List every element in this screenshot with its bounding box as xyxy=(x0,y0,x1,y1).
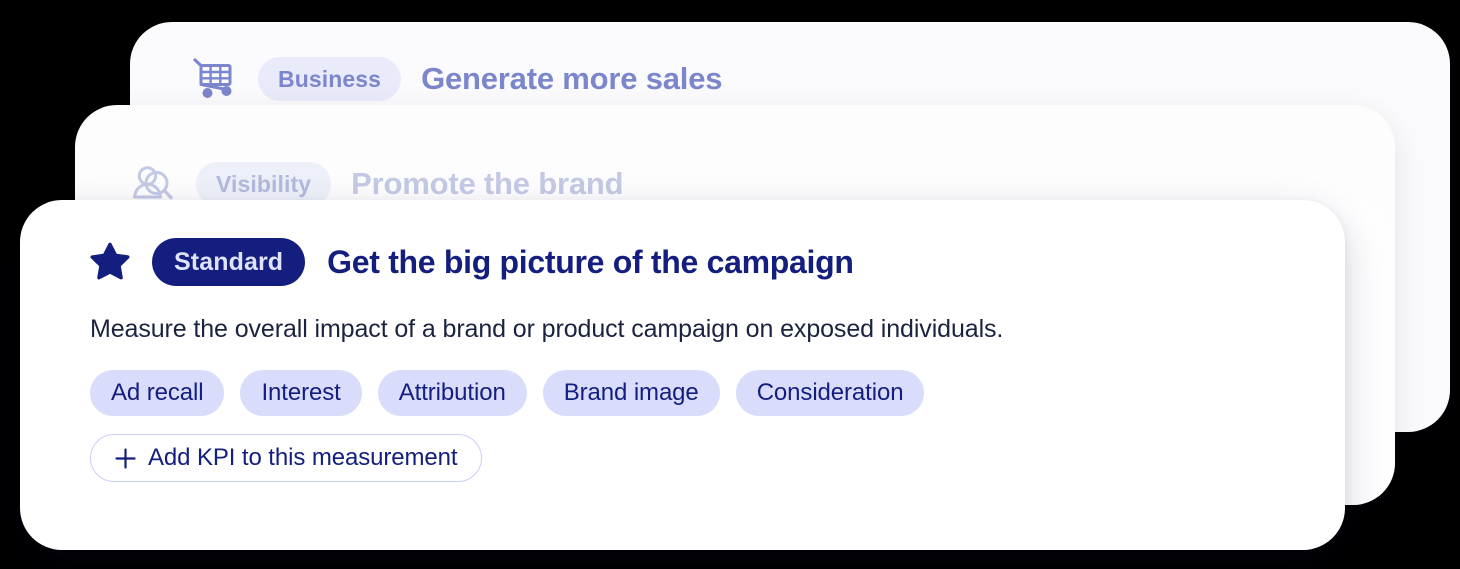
kpi-chip[interactable]: Interest xyxy=(240,370,362,416)
category-chip-business[interactable]: Business xyxy=(258,57,402,101)
plus-icon xyxy=(115,447,136,469)
add-kpi-label: Add KPI to this measurement xyxy=(148,444,458,471)
page-title: Get the big picture of the campaign xyxy=(327,243,854,280)
shopping-cart-icon xyxy=(192,56,238,102)
kpi-chip-list: Ad recall Interest Attribution Brand ima… xyxy=(90,370,1305,416)
add-kpi-button[interactable]: Add KPI to this measurement xyxy=(90,434,483,482)
standard-card-content: Standard Get the big picture of the camp… xyxy=(90,238,1305,482)
kpi-chip[interactable]: Brand image xyxy=(542,370,720,416)
kpi-chip[interactable]: Ad recall xyxy=(90,370,225,416)
standard-card-header: Standard Get the big picture of the camp… xyxy=(90,238,1305,286)
card-title-business: Generate more sales xyxy=(421,61,723,96)
star-icon xyxy=(90,242,130,282)
card-title-visibility: Promote the brand xyxy=(351,166,624,201)
tier-badge-standard[interactable]: Standard xyxy=(152,238,306,286)
kpi-chip[interactable]: Consideration xyxy=(735,370,925,416)
business-row: Business Generate more sales xyxy=(192,56,722,102)
card-stack: Business Generate more sales Visibility … xyxy=(0,0,1460,569)
kpi-chip[interactable]: Attribution xyxy=(377,370,527,416)
measurement-card-standard[interactable]: Standard Get the big picture of the camp… xyxy=(20,200,1345,550)
measurement-description: Measure the overall impact of a brand or… xyxy=(90,315,1004,343)
